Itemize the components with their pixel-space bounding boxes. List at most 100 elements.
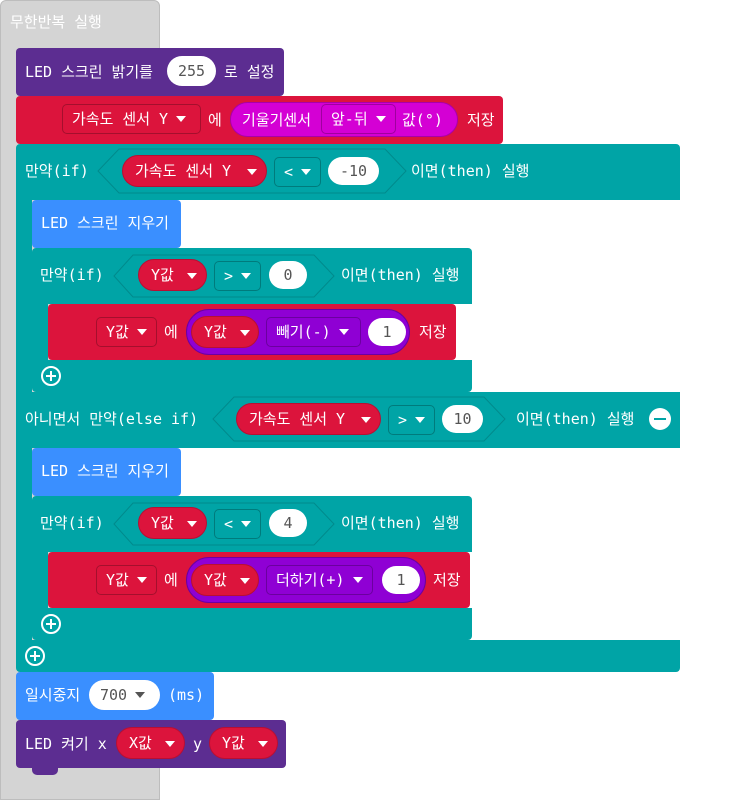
set-suffix: 저장 [467, 111, 495, 129]
then-label: 이면(then) 실행 [516, 410, 635, 428]
chevron-down-icon [301, 168, 312, 175]
chevron-down-icon [375, 115, 386, 122]
reporter-label: Y값 [204, 323, 227, 341]
compare-op-dropdown[interactable]: > [214, 261, 261, 291]
pause-value: 700 [100, 686, 128, 704]
remove-else-if-icon[interactable] [649, 408, 671, 430]
variable-dropdown-y[interactable]: Y값 [96, 317, 157, 347]
compare-value-input[interactable]: 0 [269, 261, 307, 289]
inner-if-footer [32, 360, 472, 392]
variable-name: Y값 [106, 323, 129, 341]
set-suffix: 저장 [433, 571, 461, 589]
add-else-icon[interactable] [41, 614, 61, 634]
variable-dropdown-y[interactable]: Y값 [96, 565, 157, 595]
set-op-label: 에 [208, 111, 222, 129]
plot-label: LED 켜기 x [25, 735, 107, 753]
variable-name: Y값 [106, 571, 129, 589]
variable-dropdown-accel-y[interactable]: 가속도 센서 Y [62, 104, 201, 134]
block-notch [32, 767, 58, 775]
axis-value: 앞-뒤 [331, 110, 368, 128]
if-keyword: 만약(if) [40, 514, 104, 532]
clear-screen-label: LED 스크린 지우기 [41, 462, 169, 480]
inner-if-arm [32, 552, 48, 608]
reporter-label: Y값 [222, 734, 245, 752]
inner-if-arm [32, 304, 48, 360]
then-label: 이면(then) 실행 [341, 514, 460, 532]
compare-value-input[interactable]: 10 [442, 405, 483, 433]
then-label: 이면(then) 실행 [341, 266, 460, 284]
op-value: < [284, 163, 294, 181]
math-op-dropdown[interactable]: 더하기(+) [266, 565, 373, 595]
add-else-icon[interactable] [25, 646, 45, 666]
y-variable-reporter[interactable]: Y값 [138, 259, 207, 291]
y-variable-reporter[interactable]: Y값 [191, 316, 259, 348]
x-variable-reporter[interactable]: X값 [116, 727, 185, 759]
chevron-down-icon [187, 273, 197, 279]
pause-unit: (ms) [168, 686, 205, 704]
chevron-down-icon [165, 741, 175, 747]
forever-label: 무한반복 실행 [10, 13, 102, 31]
then-label: 이면(then) 실행 [411, 162, 530, 180]
degree-unit-label: 값(°) [402, 111, 443, 129]
clear-screen-label: LED 스크린 지우기 [41, 214, 169, 232]
pause-duration-dropdown[interactable]: 700 [89, 680, 160, 710]
accel-y-reporter[interactable]: 가속도 센서 Y [236, 403, 381, 435]
reporter-label: Y값 [151, 266, 174, 284]
chevron-down-icon [352, 576, 363, 583]
brightness-label: LED 스크린 밝기를 [25, 63, 153, 81]
accel-y-reporter[interactable]: 가속도 센서 Y [122, 155, 267, 187]
reporter-label: Y값 [204, 571, 227, 589]
tilt-sensor-label: 기울기센서 [242, 111, 312, 129]
chevron-down-icon [176, 115, 187, 122]
y-variable-reporter[interactable]: Y값 [209, 727, 278, 759]
chevron-down-icon [241, 272, 252, 279]
if-block-arm [16, 200, 32, 392]
add-else-icon[interactable] [41, 366, 61, 386]
chevron-down-icon [136, 576, 147, 583]
reporter-label: Y값 [151, 514, 174, 532]
compare-op-dropdown[interactable]: < [214, 509, 261, 539]
if-keyword: 만약(if) [25, 162, 89, 180]
op-value: 빼기(-) [276, 323, 331, 341]
y-variable-reporter[interactable]: Y값 [191, 564, 259, 596]
set-op-label: 에 [164, 323, 178, 341]
chevron-down-icon [240, 578, 250, 584]
chevron-down-icon [247, 169, 257, 175]
chevron-down-icon [136, 328, 147, 335]
y-variable-reporter[interactable]: Y값 [138, 507, 207, 539]
pause-label: 일시중지 [25, 686, 81, 704]
op-value: 더하기(+) [276, 571, 345, 589]
chevron-down-icon [338, 328, 349, 335]
compare-op-dropdown[interactable]: > [388, 405, 435, 435]
chevron-down-icon [361, 417, 371, 423]
compare-value-input[interactable]: 4 [269, 509, 307, 537]
reporter-label: 가속도 센서 Y [249, 410, 346, 428]
variable-name: 가속도 센서 Y [72, 110, 169, 128]
plot-y-label: y [193, 735, 203, 753]
set-suffix: 저장 [419, 323, 447, 341]
math-op-dropdown[interactable]: 빼기(-) [266, 317, 361, 347]
chevron-down-icon [240, 330, 250, 336]
op-value: > [398, 411, 408, 429]
inner-if-footer [32, 608, 472, 640]
else-if-arm [16, 448, 32, 640]
chevron-down-icon [187, 521, 197, 527]
set-op-label: 에 [164, 571, 178, 589]
brightness-value-input[interactable]: 255 [167, 56, 216, 86]
op-value: > [224, 267, 234, 285]
if-else-footer [16, 640, 680, 672]
chevron-down-icon [415, 416, 426, 423]
if-keyword: 만약(if) [40, 266, 104, 284]
reporter-label: 가속도 센서 Y [135, 162, 232, 180]
operand-input[interactable]: 1 [382, 566, 420, 594]
else-if-keyword: 아니면서 만약(else if) [25, 410, 199, 428]
op-value: < [224, 515, 234, 533]
chevron-down-icon [241, 520, 252, 527]
axis-dropdown[interactable]: 앞-뒤 [321, 104, 396, 134]
reporter-label: X값 [129, 734, 152, 752]
compare-value-input[interactable]: -10 [328, 157, 379, 185]
chevron-down-icon [258, 741, 268, 747]
brightness-suffix: 로 설정 [224, 63, 275, 81]
compare-op-dropdown[interactable]: < [274, 157, 321, 187]
operand-input[interactable]: 1 [368, 318, 406, 346]
